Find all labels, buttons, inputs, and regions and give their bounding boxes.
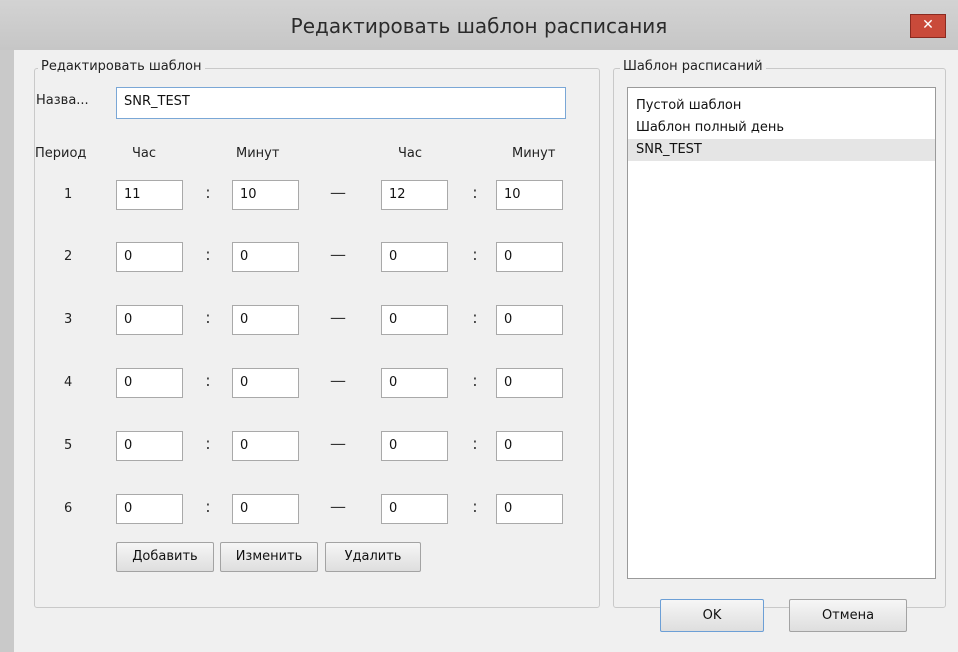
end-hour-input[interactable]: 12 [381, 180, 448, 210]
end-hour-input[interactable]: 0 [381, 431, 448, 461]
header-start-minute: Минут [236, 146, 280, 161]
header-period: Период [35, 146, 87, 161]
template-name-input[interactable]: SNR_TEST [116, 87, 566, 119]
end-hour-input[interactable]: 0 [381, 494, 448, 524]
start-minute-input[interactable]: 0 [232, 242, 299, 272]
start-minute-input[interactable]: 0 [232, 305, 299, 335]
edit-template-legend: Редактировать шаблон [38, 59, 205, 74]
name-label: Назва... [36, 93, 89, 108]
time-colon: : [472, 308, 478, 327]
dialog-client-area: Редактировать шаблон Назва... SNR_TEST П… [14, 50, 958, 652]
template-list-legend: Шаблон расписаний [620, 59, 766, 74]
start-hour-input[interactable]: 11 [116, 180, 183, 210]
list-item[interactable]: Шаблон полный день [628, 117, 935, 139]
header-start-hour: Час [132, 146, 157, 161]
time-colon: : [205, 183, 211, 202]
close-button[interactable]: ✕ [910, 14, 946, 38]
start-minute-input[interactable]: 0 [232, 368, 299, 398]
time-colon: : [205, 308, 211, 327]
header-end-hour: Час [398, 146, 423, 161]
start-hour-input[interactable]: 0 [116, 368, 183, 398]
time-colon: : [205, 434, 211, 453]
start-hour-input[interactable]: 0 [116, 242, 183, 272]
period-number: 6 [64, 501, 73, 516]
list-item-selected[interactable]: SNR_TEST [628, 139, 935, 161]
end-minute-input[interactable]: 0 [496, 242, 563, 272]
range-dash: — [330, 497, 346, 516]
time-colon: : [205, 371, 211, 390]
title-bar[interactable]: Редактировать шаблон расписания ✕ [0, 0, 958, 50]
ok-button[interactable]: OK [660, 599, 764, 632]
start-hour-input[interactable]: 0 [116, 431, 183, 461]
schedule-template-dialog: Редактировать шаблон расписания ✕ Редакт… [0, 0, 958, 652]
header-end-minute: Минут [512, 146, 556, 161]
period-number: 4 [64, 375, 73, 390]
list-item[interactable]: Пустой шаблон [628, 95, 935, 117]
end-minute-input[interactable]: 0 [496, 431, 563, 461]
end-minute-input[interactable]: 0 [496, 494, 563, 524]
time-colon: : [472, 434, 478, 453]
period-number: 5 [64, 438, 73, 453]
period-number: 1 [64, 187, 73, 202]
period-number: 2 [64, 249, 73, 264]
window-title: Редактировать шаблон расписания [290, 14, 668, 38]
range-dash: — [330, 245, 346, 264]
time-colon: : [472, 371, 478, 390]
start-minute-input[interactable]: 0 [232, 431, 299, 461]
range-dash: — [330, 183, 346, 202]
time-colon: : [472, 183, 478, 202]
time-colon: : [472, 245, 478, 264]
template-listbox[interactable]: Пустой шаблон Шаблон полный день SNR_TES… [627, 87, 936, 579]
cancel-button[interactable]: Отмена [789, 599, 907, 632]
add-button[interactable]: Добавить [116, 542, 214, 572]
end-minute-input[interactable]: 0 [496, 368, 563, 398]
end-minute-input[interactable]: 10 [496, 180, 563, 210]
delete-button[interactable]: Удалить [325, 542, 421, 572]
range-dash: — [330, 371, 346, 390]
end-hour-input[interactable]: 0 [381, 242, 448, 272]
start-hour-input[interactable]: 0 [116, 494, 183, 524]
range-dash: — [330, 434, 346, 453]
time-colon: : [205, 497, 211, 516]
edit-button[interactable]: Изменить [220, 542, 318, 572]
time-colon: : [472, 497, 478, 516]
close-icon: ✕ [922, 17, 934, 33]
range-dash: — [330, 308, 346, 327]
time-colon: : [205, 245, 211, 264]
end-hour-input[interactable]: 0 [381, 368, 448, 398]
start-minute-input[interactable]: 10 [232, 180, 299, 210]
start-hour-input[interactable]: 0 [116, 305, 183, 335]
start-minute-input[interactable]: 0 [232, 494, 299, 524]
end-hour-input[interactable]: 0 [381, 305, 448, 335]
window-frame-left [0, 50, 14, 652]
period-number: 3 [64, 312, 73, 327]
end-minute-input[interactable]: 0 [496, 305, 563, 335]
